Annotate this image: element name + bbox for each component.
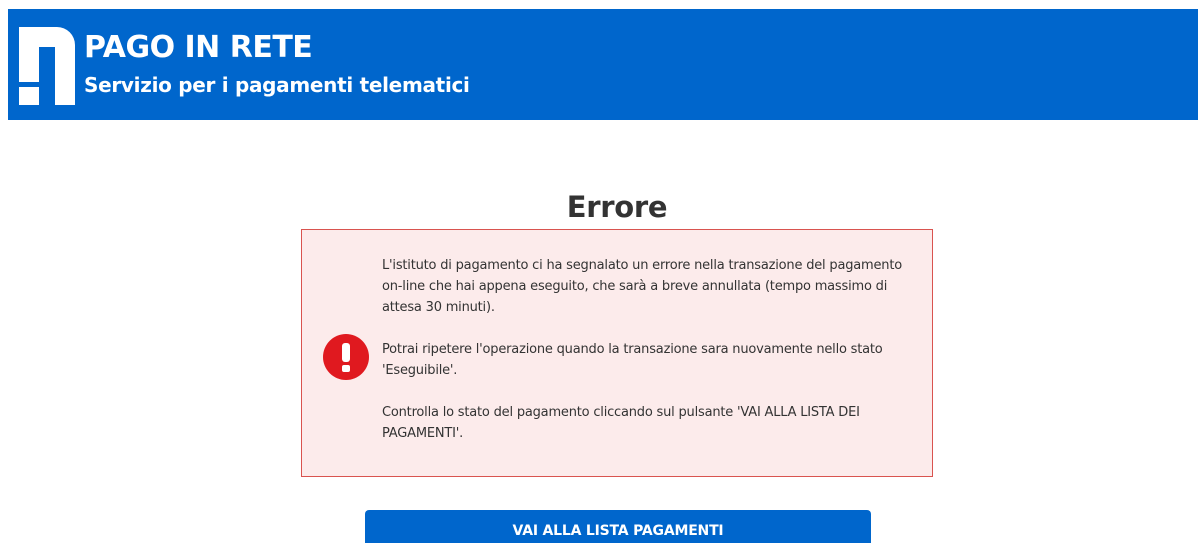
- error-paragraph: Potrai ripetere l'operazione quando la t…: [382, 342, 883, 378]
- exclamation-icon: [323, 334, 369, 380]
- pago-in-rete-logo: [19, 27, 75, 105]
- payments-list-button[interactable]: VAI ALLA LISTA PAGAMENTI: [365, 510, 871, 543]
- page-title: Errore: [566, 190, 668, 225]
- error-message: L'istituto di pagamento ci ha segnalato …: [382, 255, 917, 465]
- error-alert: L'istituto di pagamento ci ha segnalato …: [301, 229, 933, 477]
- page: PAGO IN RETE Servizio per i pagamenti te…: [0, 0, 1198, 543]
- error-paragraph: Controlla lo stato del pagamento cliccan…: [382, 405, 860, 441]
- app-title: PAGO IN RETE: [84, 30, 313, 65]
- site-header: PAGO IN RETE Servizio per i pagamenti te…: [8, 9, 1198, 120]
- app-subtitle: Servizio per i pagamenti telematici: [84, 73, 470, 97]
- error-paragraph: L'istituto di pagamento ci ha segnalato …: [382, 258, 902, 315]
